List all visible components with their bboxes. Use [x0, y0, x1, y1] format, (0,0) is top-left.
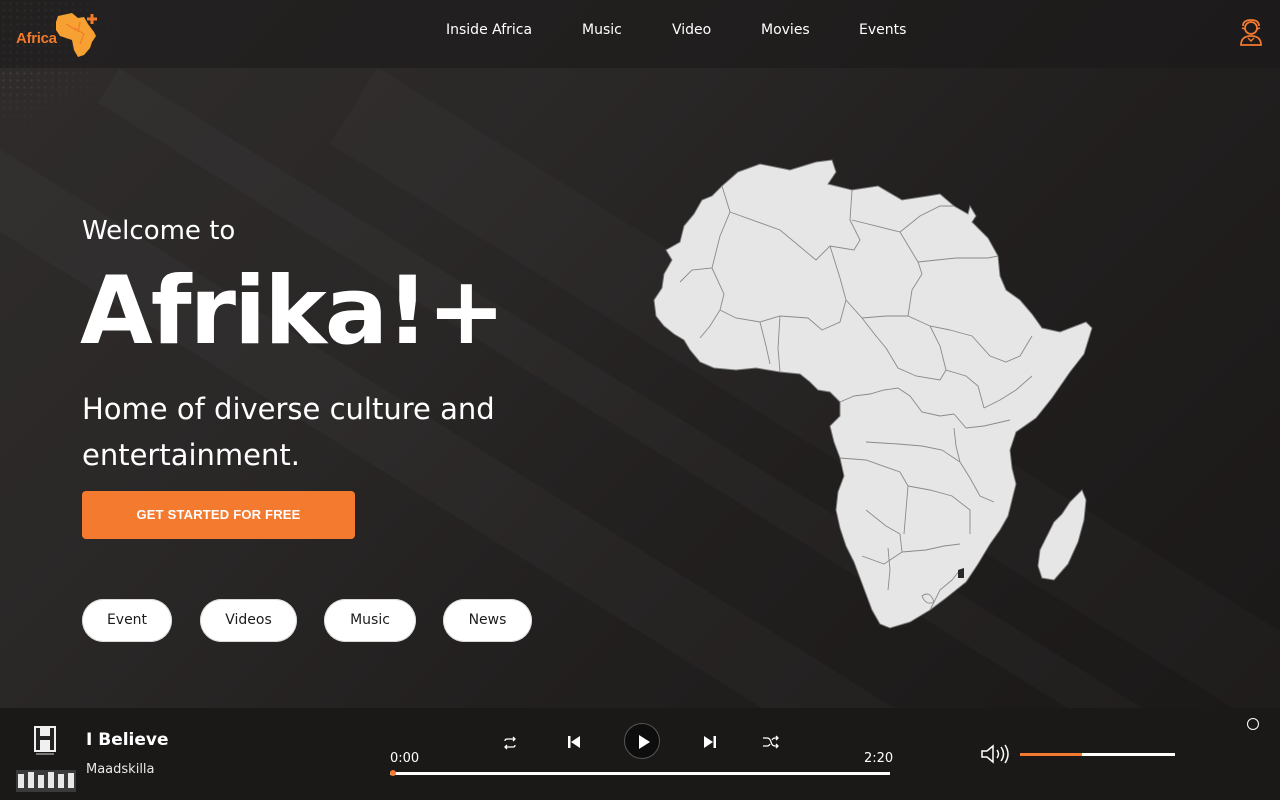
music-player-bar: I Believe Maadskilla 0:00 2:20 [0, 708, 1280, 800]
next-icon[interactable] [703, 734, 717, 750]
tagline: Home of diverse culture and entertainmen… [82, 392, 495, 472]
nav-music[interactable]: Music [582, 22, 622, 38]
duration: 2:20 [864, 751, 894, 766]
brand-title: Afrika!+ [80, 257, 506, 366]
nav-movies[interactable]: Movies [761, 22, 810, 38]
track-artist: Maadskilla [86, 762, 155, 777]
category-videos-button[interactable]: Videos [200, 599, 297, 642]
previous-icon[interactable] [567, 734, 581, 750]
progress-slider[interactable] [390, 770, 890, 776]
repeat-icon[interactable] [502, 735, 518, 750]
play-icon [639, 735, 650, 749]
welcome-heading: Welcome to [82, 216, 236, 246]
top-navigation-bar: Africa Inside Africa Music Video Movies … [0, 0, 1280, 68]
hero-section: Africa Inside Africa Music Video Movies … [0, 0, 1280, 708]
africa-map [653, 159, 1093, 629]
get-started-button[interactable]: GET STARTED FOR FREE [82, 491, 355, 539]
play-button[interactable] [624, 723, 660, 759]
category-news-button[interactable]: News [443, 599, 532, 642]
volume-slider[interactable] [1020, 753, 1175, 756]
nav-events[interactable]: Events [859, 22, 906, 38]
nav-inside-africa[interactable]: Inside Africa [446, 22, 532, 38]
progress-knob[interactable] [390, 770, 396, 776]
current-time: 0:00 [390, 751, 420, 766]
category-event-button[interactable]: Event [82, 599, 172, 642]
volume-fill [1020, 753, 1082, 756]
main-nav: Inside Africa Music Video Movies Events [0, 22, 1280, 42]
album-cover[interactable] [14, 722, 78, 794]
shuffle-icon[interactable] [762, 734, 780, 750]
user-avatar-icon[interactable] [1238, 18, 1264, 46]
queue-toggle-icon[interactable] [1247, 718, 1259, 730]
category-music-button[interactable]: Music [324, 599, 416, 642]
track-title: I Believe [86, 730, 169, 750]
volume-icon[interactable] [980, 743, 1012, 765]
nav-video[interactable]: Video [672, 22, 711, 38]
